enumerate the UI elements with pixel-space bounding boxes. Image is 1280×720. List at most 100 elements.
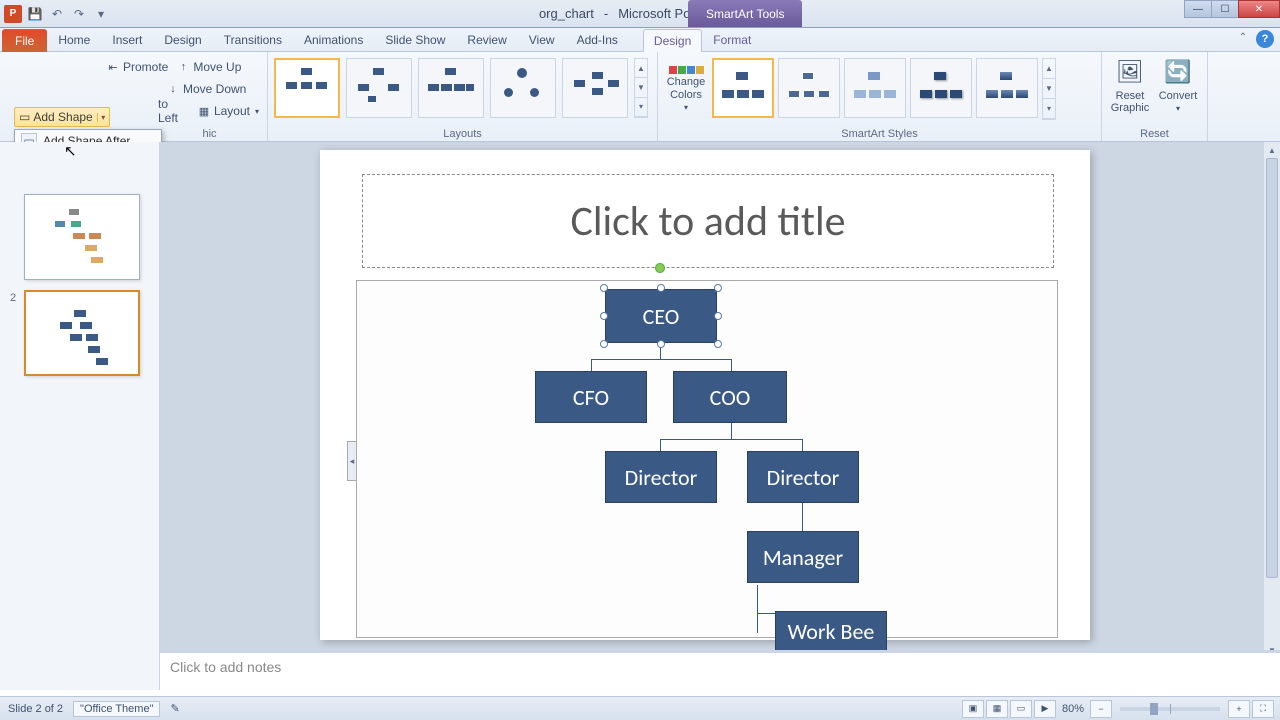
layout-option-4[interactable]	[490, 58, 556, 118]
layout-option-2[interactable]	[346, 58, 412, 118]
help-button[interactable]: ?	[1256, 30, 1274, 48]
slide-canvas[interactable]: Click to add title ◂ CEO	[320, 150, 1090, 640]
vertical-scrollbar[interactable]: ▲ ▼ ⤊ ⤋	[1264, 142, 1280, 690]
tab-review[interactable]: Review	[456, 28, 517, 51]
gallery-down-icon[interactable]: ▼	[635, 78, 647, 97]
reading-view-button[interactable]: ▭	[1010, 700, 1032, 718]
org-node-cfo[interactable]: CFO	[535, 371, 647, 423]
style-option-3[interactable]	[844, 58, 906, 118]
tab-view[interactable]: View	[518, 28, 566, 51]
style-option-2[interactable]	[778, 58, 840, 118]
style-option-5[interactable]	[976, 58, 1038, 118]
quick-access-toolbar: P 💾 ↶ ↷ ▾	[0, 5, 114, 23]
reset-graphic-icon: 🖼	[1114, 56, 1146, 88]
right-to-left-button[interactable]: to Left	[154, 95, 193, 127]
tab-smartart-format[interactable]: Format	[702, 28, 762, 51]
slideshow-view-button[interactable]: ▶	[1034, 700, 1056, 718]
selection-handle[interactable]	[657, 340, 665, 348]
styles-gallery-scroll[interactable]: ▲▼▾	[1042, 58, 1056, 120]
scroll-up-icon[interactable]: ▲	[1264, 142, 1280, 158]
layout-option-3[interactable]	[418, 58, 484, 118]
text-pane-toggle[interactable]: ◂	[347, 441, 357, 481]
tab-transitions[interactable]: Transitions	[213, 28, 293, 51]
org-node-director-2[interactable]: Director	[747, 451, 859, 503]
change-colors-button[interactable]: Change Colors ▾	[662, 54, 710, 124]
slide-thumbnail-2[interactable]: 2	[24, 290, 147, 376]
org-node-ceo[interactable]: CEO	[605, 289, 717, 343]
slide-editor[interactable]: Click to add title ◂ CEO	[160, 142, 1280, 690]
fit-to-window-button[interactable]: ⛶	[1252, 700, 1274, 718]
create-graphic-group: ⇤Promote ↑Move Up xx ↓Move Down to Left …	[0, 52, 268, 141]
tab-file[interactable]: File	[2, 29, 47, 52]
zoom-out-button[interactable]: −	[1090, 700, 1112, 718]
zoom-thumb[interactable]	[1150, 703, 1158, 715]
notes-pane[interactable]: Click to add notes	[160, 650, 1280, 690]
gallery-more-icon[interactable]: ▾	[1043, 99, 1055, 119]
layouts-group: ▲▼▾ Layouts	[268, 52, 658, 141]
zoom-slider[interactable]	[1120, 707, 1220, 711]
promote-button[interactable]: ⇤Promote	[102, 58, 172, 76]
selection-handle[interactable]	[600, 340, 608, 348]
add-shape-splitbutton: ▭Add Shape ▾ ▭Add Shape After ▭Add Shape…	[14, 107, 110, 127]
layout-button[interactable]: ▦Layout▾	[193, 102, 263, 120]
style-option-4[interactable]	[910, 58, 972, 118]
selection-handle[interactable]	[714, 284, 722, 292]
app-logo-icon[interactable]: P	[4, 5, 22, 23]
undo-icon[interactable]: ↶	[48, 5, 66, 23]
style-option-1[interactable]	[712, 58, 774, 118]
gallery-up-icon[interactable]: ▲	[635, 59, 647, 78]
reset-graphic-button[interactable]: 🖼Reset Graphic	[1106, 56, 1154, 114]
tab-home[interactable]: Home	[47, 28, 101, 51]
smartart-tools-header: SmartArt Tools	[688, 0, 802, 27]
add-shape-icon: ▭	[19, 110, 30, 124]
convert-button[interactable]: 🔄Convert▾	[1154, 56, 1202, 113]
redo-icon[interactable]: ↷	[70, 5, 88, 23]
title-placeholder[interactable]: Click to add title	[362, 174, 1054, 268]
rotate-handle[interactable]	[655, 263, 665, 273]
tab-insert[interactable]: Insert	[101, 28, 153, 51]
tab-animations[interactable]: Animations	[293, 28, 374, 51]
selection-handle[interactable]	[714, 312, 722, 320]
move-down-icon: ↓	[166, 82, 180, 96]
org-node-director-1[interactable]: Director	[605, 451, 717, 503]
sorter-view-button[interactable]: ▦	[986, 700, 1008, 718]
add-shape-button[interactable]: ▭Add Shape	[15, 108, 97, 126]
qat-customize-icon[interactable]: ▾	[92, 5, 110, 23]
tab-smartart-design[interactable]: Design	[643, 29, 702, 52]
minimize-button[interactable]: —	[1184, 0, 1212, 18]
document-name: org_chart	[539, 6, 594, 21]
normal-view-button[interactable]: ▣	[962, 700, 984, 718]
gallery-up-icon[interactable]: ▲	[1043, 59, 1055, 79]
gallery-more-icon[interactable]: ▾	[635, 98, 647, 117]
tab-slideshow[interactable]: Slide Show	[374, 28, 456, 51]
move-up-button[interactable]: ↑Move Up	[172, 58, 245, 76]
layout-option-5[interactable]	[562, 58, 628, 118]
org-node-coo[interactable]: COO	[673, 371, 787, 423]
scroll-thumb[interactable]	[1266, 158, 1278, 578]
save-icon[interactable]: 💾	[26, 5, 44, 23]
zoom-in-button[interactable]: +	[1228, 700, 1250, 718]
org-node-manager[interactable]: Manager	[747, 531, 859, 583]
minimize-ribbon-button[interactable]: ⌃	[1236, 30, 1250, 44]
smartart-container[interactable]: ◂ CEO	[356, 280, 1058, 638]
layout-option-1[interactable]	[274, 58, 340, 118]
close-button[interactable]: ✕	[1238, 0, 1280, 18]
tab-addins[interactable]: Add-Ins	[566, 28, 629, 51]
tab-design[interactable]: Design	[153, 28, 212, 51]
gallery-down-icon[interactable]: ▼	[1043, 79, 1055, 99]
spellcheck-icon[interactable]: ✎	[170, 702, 179, 715]
slide-number-label: 2	[10, 292, 16, 304]
styles-label: SmartArt Styles	[658, 128, 1101, 140]
layout-icon: ▦	[197, 104, 211, 118]
selection-handle[interactable]	[600, 312, 608, 320]
slide-thumbnail-1[interactable]	[24, 194, 147, 280]
add-shape-dropdown-button[interactable]: ▾	[97, 113, 109, 122]
selection-handle[interactable]	[714, 340, 722, 348]
slide-panel[interactable]: 2	[0, 142, 160, 690]
layouts-gallery-scroll[interactable]: ▲▼▾	[634, 58, 648, 118]
maximize-button[interactable]: ☐	[1211, 0, 1239, 18]
selection-handle[interactable]	[657, 284, 665, 292]
selection-handle[interactable]	[600, 284, 608, 292]
theme-indicator: "Office Theme"	[73, 701, 160, 717]
org-node-workbee[interactable]: Work Bee	[775, 611, 887, 651]
